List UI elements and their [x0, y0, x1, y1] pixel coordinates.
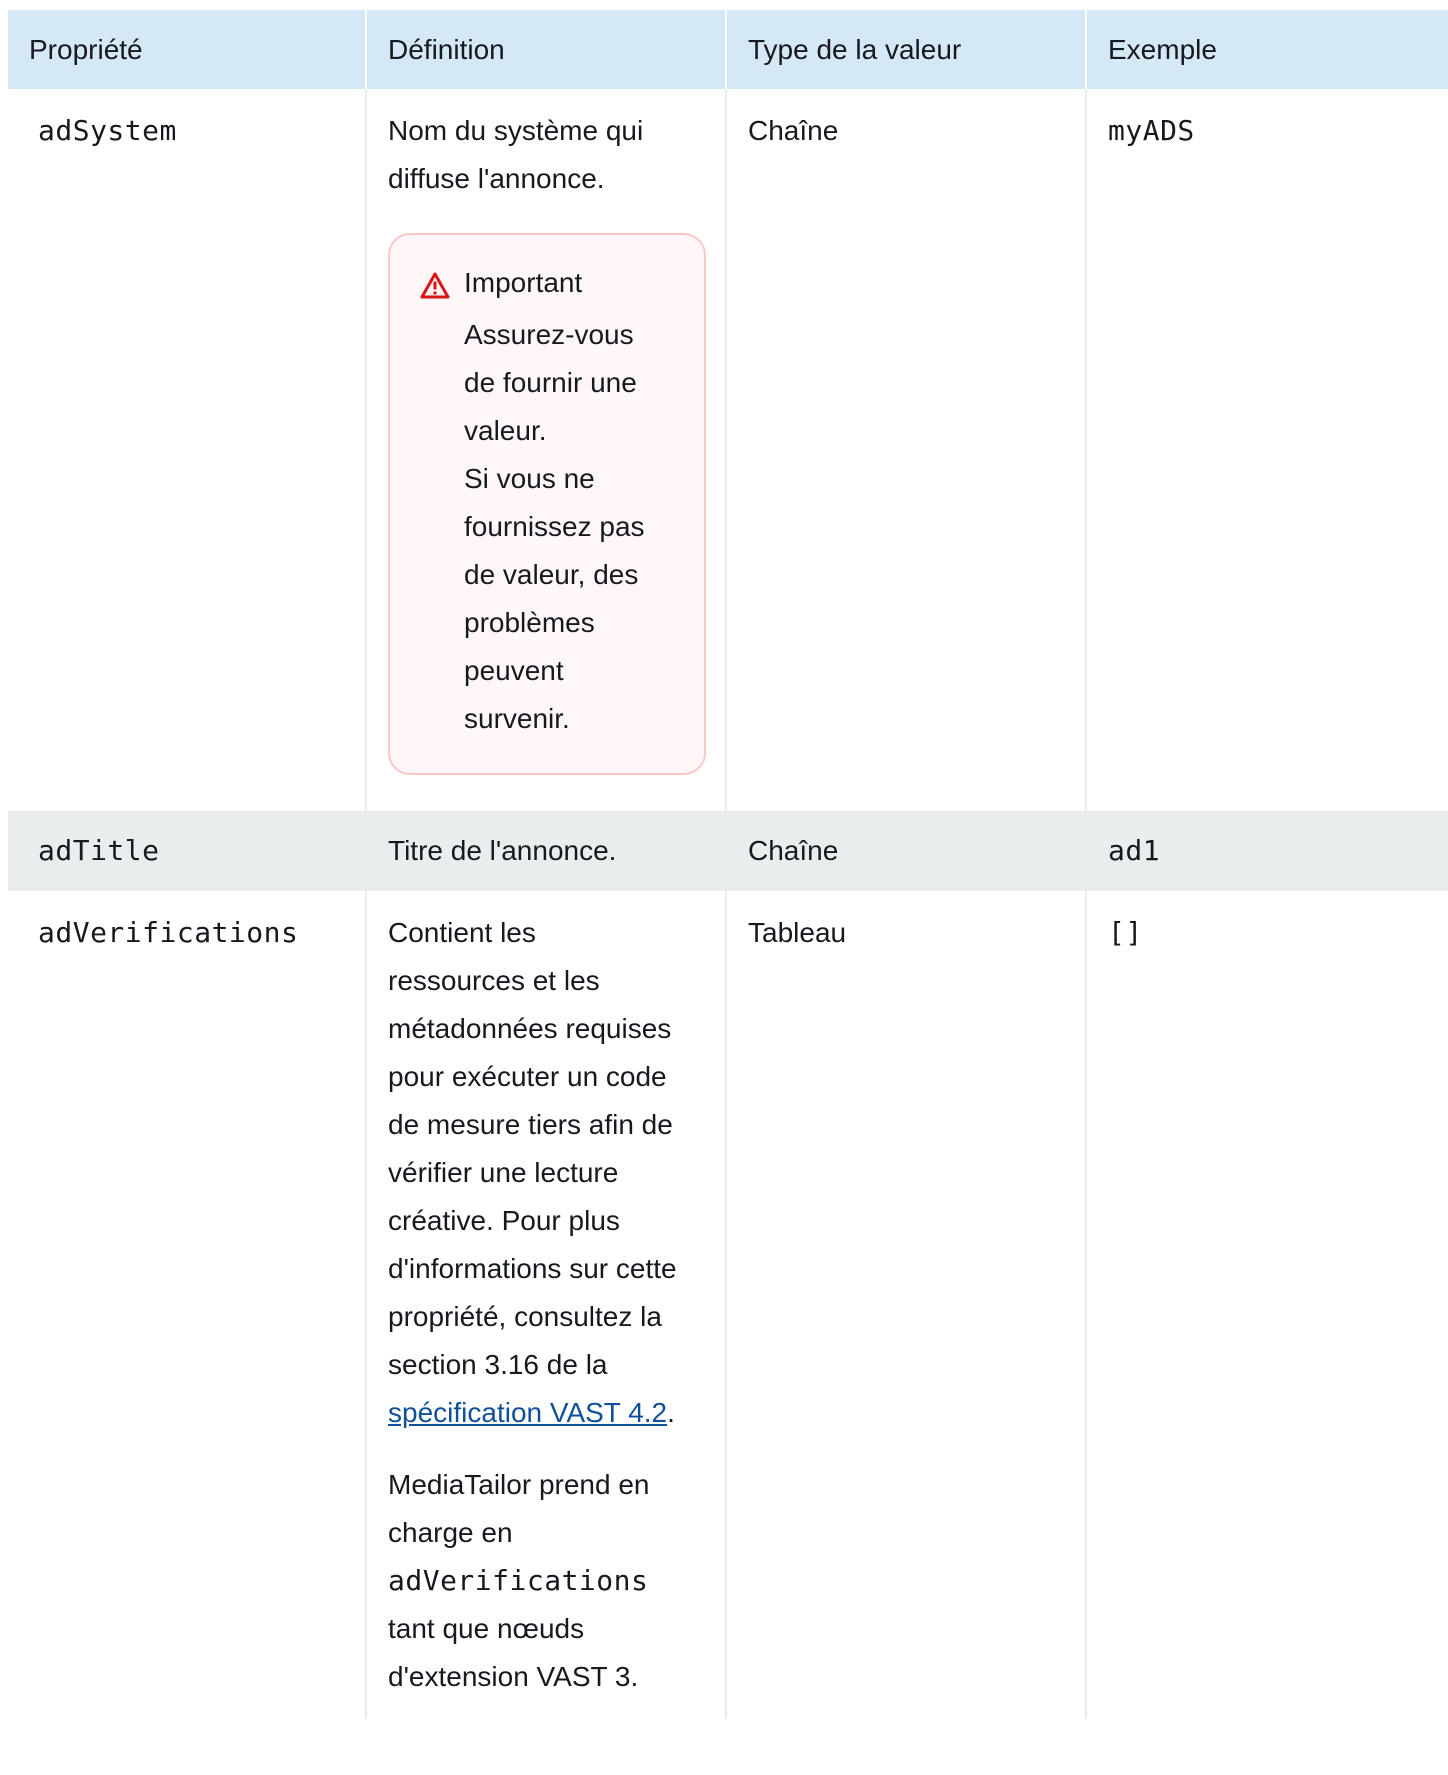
properties-table: Propriété Définition Type de la valeur E… — [8, 10, 1448, 1719]
definition-text: . — [667, 1397, 675, 1428]
vast-spec-link[interactable]: spécification VAST 4.2 — [388, 1397, 667, 1428]
warning-triangle-icon — [420, 268, 450, 299]
header-example: Exemple — [1086, 10, 1448, 89]
alert-title: Important — [464, 267, 583, 298]
property-cell: adVerifications — [8, 891, 367, 1719]
example-value: ad1 — [1108, 834, 1161, 867]
type-cell: Chaîne — [726, 811, 1087, 891]
alert-text: Si vous ne fournissez pas de valeur, des… — [464, 463, 645, 734]
table-row: adVerifications Contient les ressources … — [8, 891, 1448, 1719]
definition-text: MediaTailor prend en charge en — [388, 1469, 650, 1548]
definition-text: Titre de l'annonce. — [388, 835, 617, 866]
property-cell: adTitle — [8, 811, 367, 891]
important-alert: Important Assurez-vous de fournir une va… — [388, 233, 706, 775]
inline-code: adVerifications — [388, 1564, 649, 1597]
table-header-row: Propriété Définition Type de la valeur E… — [8, 10, 1448, 89]
definition-text: tant que nœuds d'extension VAST 3. — [388, 1613, 639, 1692]
example-value: myADS — [1108, 114, 1195, 147]
definition-paragraph: MediaTailor prend en charge en adVerific… — [388, 1461, 678, 1701]
type-cell: Chaîne — [726, 89, 1087, 811]
header-definition: Définition — [366, 10, 727, 89]
property-name: adVerifications — [38, 916, 299, 949]
example-cell: myADS — [1086, 89, 1448, 811]
header-property: Propriété — [8, 10, 367, 89]
table-row: adSystem Nom du système qui diffuse l'an… — [8, 89, 1448, 811]
property-name: adTitle — [38, 834, 160, 867]
value-type: Tableau — [748, 917, 847, 948]
definition-paragraph: Contient les ressources et les métadonné… — [388, 909, 678, 1437]
value-type: Chaîne — [748, 835, 839, 866]
alert-text: Assurez-vous de fournir une valeur. — [464, 319, 637, 446]
definition-cell: Titre de l'annonce. — [366, 811, 727, 891]
definition-cell: Nom du système qui diffuse l'annonce. Im… — [366, 89, 727, 811]
definition-text: Contient les ressources et les métadonné… — [388, 917, 677, 1380]
property-cell: adSystem — [8, 89, 367, 811]
definition-text: Nom du système qui diffuse l'annonce. — [388, 115, 644, 194]
example-value: [] — [1108, 916, 1143, 949]
example-cell: ad1 — [1086, 811, 1448, 891]
header-value-type: Type de la valeur — [726, 10, 1087, 89]
table-row: adTitle Titre de l'annonce. Chaîne ad1 — [8, 811, 1448, 891]
property-name: adSystem — [38, 114, 177, 147]
type-cell: Tableau — [726, 891, 1087, 1719]
value-type: Chaîne — [748, 115, 839, 146]
definition-cell: Contient les ressources et les métadonné… — [366, 891, 727, 1719]
example-cell: [] — [1086, 891, 1448, 1719]
